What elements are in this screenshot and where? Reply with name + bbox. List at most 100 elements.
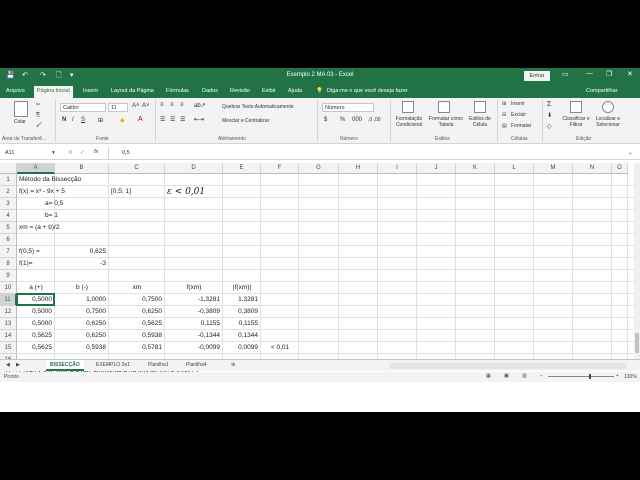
format-cells-icon[interactable]: ▤ xyxy=(502,123,507,129)
cell-d14[interactable]: -0,1344 xyxy=(165,330,223,342)
cut-icon[interactable]: ✂ xyxy=(36,102,40,108)
delete-cells-button[interactable]: Excluir xyxy=(511,112,526,118)
select-all-corner[interactable] xyxy=(0,163,17,174)
tab-layout[interactable]: Layout da Página xyxy=(111,88,154,94)
tab-dados[interactable]: Dados xyxy=(202,88,218,94)
cell-styles-icon[interactable] xyxy=(474,101,486,113)
cell-c12[interactable]: 0,6250 xyxy=(109,306,165,318)
share-button[interactable]: Compartilhar xyxy=(586,88,617,94)
sheet-tab-bisseccao[interactable]: BISSECÇÃO xyxy=(46,360,84,371)
cancel-icon[interactable]: ✕ xyxy=(68,150,73,156)
row-header-11[interactable]: 11 xyxy=(0,294,17,306)
copy-icon[interactable]: ⎘ xyxy=(36,112,40,118)
zoom-in-button[interactable]: + xyxy=(616,373,619,379)
cell-a1[interactable]: Método da Bissecção xyxy=(17,174,165,186)
format-table-icon[interactable] xyxy=(438,101,450,113)
zoom-slider[interactable] xyxy=(548,376,614,377)
font-name-select[interactable]: Calibri xyxy=(60,103,106,112)
conditional-format-icon[interactable] xyxy=(402,101,414,113)
normal-view-icon[interactable]: ▦ xyxy=(486,373,491,379)
page-break-icon[interactable]: ▥ xyxy=(522,373,527,379)
column-header-n[interactable]: N xyxy=(573,163,612,174)
cell-styles-button[interactable]: Estilos de Célula xyxy=(467,116,493,128)
header-cell-e[interactable]: |f(xm)| xyxy=(223,282,261,294)
scroll-thumb[interactable] xyxy=(635,333,639,353)
sort-filter-button[interactable]: Classificar e Filtrar xyxy=(560,116,592,128)
row-header-14[interactable]: 14 xyxy=(0,330,17,342)
cell-d11[interactable]: -1,3281 xyxy=(165,294,223,306)
fill-icon[interactable]: ⬇ xyxy=(547,112,552,119)
font-size-select[interactable]: 11 xyxy=(108,103,128,112)
column-header-b[interactable]: B xyxy=(55,163,109,174)
row-header-10[interactable]: 10 xyxy=(0,282,17,294)
cell-a14[interactable]: 0,5625 xyxy=(17,330,55,342)
cell-d12[interactable]: -0,3809 xyxy=(165,306,223,318)
top-align-icon[interactable]: ≡ xyxy=(160,102,164,108)
cell-b15[interactable]: 0,5938 xyxy=(55,342,109,354)
ribbon-display-icon[interactable]: ▭ xyxy=(562,70,569,78)
cell-a15[interactable]: 0,5625 xyxy=(17,342,55,354)
number-format-select[interactable]: Número xyxy=(322,103,374,112)
column-header-i[interactable]: I xyxy=(378,163,417,174)
zoom-level[interactable]: 130% xyxy=(624,374,637,380)
insert-cells-icon[interactable]: ⊞ xyxy=(502,101,506,107)
cell-a5[interactable]: xm = (a + b)/2 xyxy=(17,222,109,234)
underline-button[interactable]: S xyxy=(81,117,85,123)
middle-align-icon[interactable]: ≡ xyxy=(170,102,174,108)
name-box[interactable]: A11 xyxy=(3,149,53,158)
align-left-icon[interactable]: ☰ xyxy=(160,116,165,123)
row-header-9[interactable]: 9 xyxy=(0,270,17,282)
paste-label[interactable]: Colar xyxy=(14,119,26,125)
format-painter-icon[interactable]: 🖌 xyxy=(36,122,42,128)
currency-icon[interactable]: $ xyxy=(324,117,327,123)
tab-arquivo[interactable]: Arquivo xyxy=(6,88,25,94)
wrap-text-button[interactable]: Quebrar Texto Automaticamente xyxy=(222,104,294,110)
cell-e15[interactable]: 0,0099 xyxy=(223,342,261,354)
cell-d13[interactable]: 0,1155 xyxy=(165,318,223,330)
row-header-15[interactable]: 15 xyxy=(0,342,17,354)
prev-sheet-icon[interactable]: ◀ xyxy=(6,362,10,368)
cell-c11[interactable]: 0,7500 xyxy=(109,294,165,306)
insert-function-button[interactable]: fx xyxy=(94,149,98,155)
cell-e13[interactable]: 0,1155 xyxy=(223,318,261,330)
restore-button[interactable]: ❐ xyxy=(606,70,612,78)
delete-cells-icon[interactable]: ⊟ xyxy=(502,112,506,118)
row-header-6[interactable]: 6 xyxy=(0,234,17,246)
column-header-e[interactable]: E xyxy=(223,163,261,174)
cell-f15[interactable]: < 0,01 xyxy=(261,342,299,354)
cell-e12[interactable]: 0,3809 xyxy=(223,306,261,318)
cell-c15[interactable]: 0,5781 xyxy=(109,342,165,354)
percent-button[interactable]: % xyxy=(340,117,345,123)
cell-e14[interactable]: 0,1344 xyxy=(223,330,261,342)
borders-icon[interactable]: ⊞ xyxy=(98,117,103,124)
cell-a13[interactable]: 0,5000 xyxy=(17,318,55,330)
font-color-icon[interactable]: A xyxy=(138,116,143,123)
close-button[interactable]: ✕ xyxy=(627,70,633,78)
format-table-button[interactable]: Formatar como Tabela xyxy=(427,116,465,128)
row-header-2[interactable]: 2 xyxy=(0,186,17,198)
column-header-c[interactable]: C xyxy=(109,163,165,174)
worksheet-grid[interactable]: ABCDEFGHIJKLMNO 123456789101112131415161… xyxy=(0,163,634,378)
cell-c14[interactable]: 0,5938 xyxy=(109,330,165,342)
row-header-8[interactable]: 8 xyxy=(0,258,17,270)
cell-b13[interactable]: 0,6250 xyxy=(55,318,109,330)
column-header-a[interactable]: A xyxy=(17,163,55,174)
tell-me-box[interactable]: Diga-me o que você deseja fazer xyxy=(327,88,408,94)
cell-a4[interactable]: b= 1 xyxy=(17,210,109,222)
cell-c2[interactable]: [0,5; 1] xyxy=(109,186,165,198)
cell-a7[interactable]: f(0,5) = xyxy=(17,246,55,258)
cell-b12[interactable]: 0,7500 xyxy=(55,306,109,318)
merge-center-button[interactable]: Mesclar e Centralizar xyxy=(222,118,269,124)
find-select-button[interactable]: Localizar e Selecionar xyxy=(591,116,625,128)
zoom-out-button[interactable]: − xyxy=(540,373,543,379)
cell-b8[interactable]: -3 xyxy=(55,258,109,270)
align-right-icon[interactable]: ☰ xyxy=(180,116,185,123)
header-cell-c[interactable]: xm xyxy=(109,282,165,294)
tab-revisao[interactable]: Revisão xyxy=(230,88,250,94)
paste-icon[interactable] xyxy=(14,101,28,117)
grow-font-icon[interactable]: A˄ xyxy=(132,103,140,109)
formula-input[interactable]: 0,5 xyxy=(122,150,130,156)
sheet-tab-planilha4[interactable]: Planilha4 xyxy=(186,362,207,368)
cell-b14[interactable]: 0,6250 xyxy=(55,330,109,342)
cell-d15[interactable]: -0,0099 xyxy=(165,342,223,354)
